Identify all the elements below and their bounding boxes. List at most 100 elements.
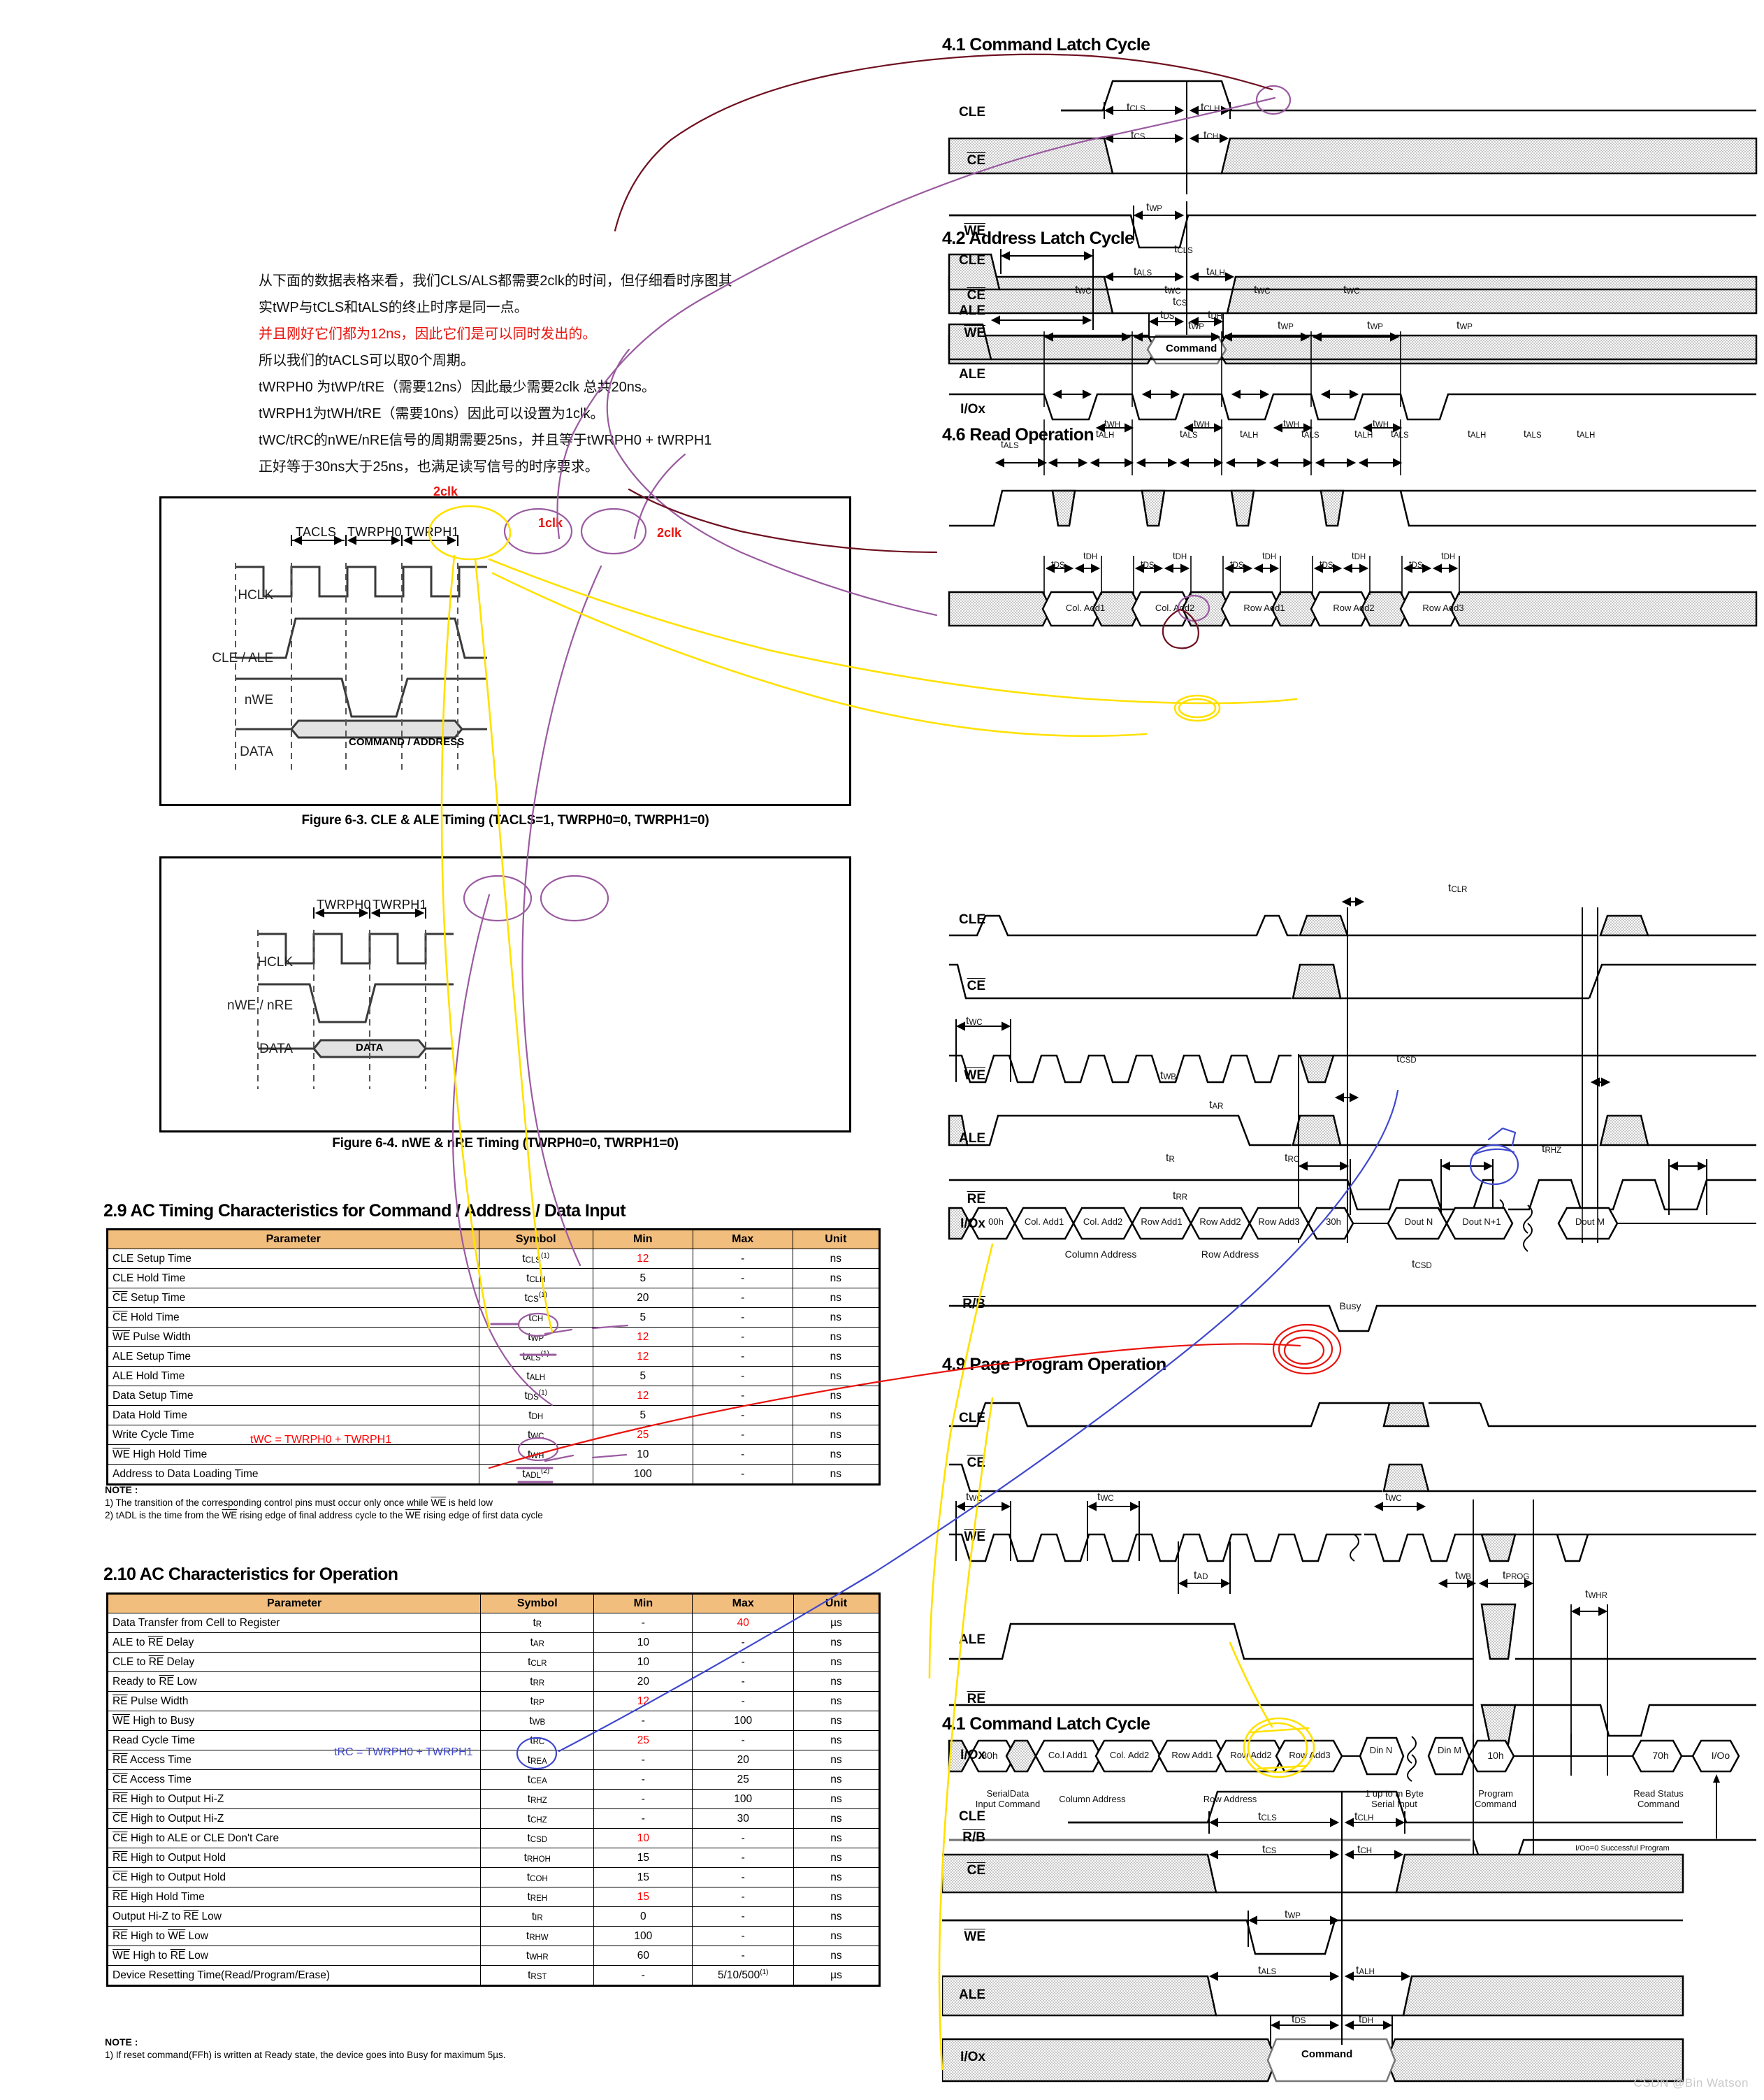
io-box-col-add1: Col. Add1	[1024, 1216, 1064, 1227]
cell-parameter: RE Pulse Width	[106, 1691, 482, 1711]
cell-symbol: tCEA	[480, 1769, 595, 1790]
signal-label-ale: ALE	[959, 1987, 985, 2002]
cell-max: -	[692, 1730, 794, 1750]
table-row: RE Access Time tREA -20 ns	[106, 1750, 881, 1770]
cell-symbol: tCHZ	[480, 1808, 595, 1829]
io-box-col-add2: Col. Add2	[1155, 603, 1195, 613]
ac-timing-table-2-9: Parameter Symbol Min Max Unit CLE Setup …	[106, 1228, 881, 1486]
timing-label-tds: tDS	[1051, 559, 1065, 570]
cell-max: -	[692, 1405, 793, 1425]
timing-label-twc: tWC	[966, 1491, 983, 1503]
cell-min: 5	[592, 1366, 693, 1386]
timing-label-tds: tDS	[1409, 559, 1423, 570]
read-operation-waveforms	[948, 897, 1756, 1243]
timing-label-tals: tALS	[1180, 428, 1198, 440]
cell-unit: ns	[792, 1346, 881, 1367]
col-parameter: Parameter	[106, 1593, 482, 1613]
note-line: 实tWP与tCLS和tALS的终止时序是同一点。	[259, 300, 528, 315]
io-box-00h: 00h	[988, 1216, 1004, 1227]
table-row: RE High to Output Hold tRHOH 15- ns	[106, 1848, 881, 1868]
timing-label-tcls: tCLS	[1127, 101, 1145, 113]
cell-min: 12	[592, 1346, 693, 1367]
signal-label-data: DATA	[259, 1042, 293, 1056]
phase-label-twrph1: TWRPH1	[373, 898, 427, 912]
io-box-row-add1: Row Add1	[1141, 1216, 1183, 1227]
cell-unit: ns	[792, 1405, 881, 1425]
signal-label-we: WE	[964, 326, 985, 340]
cell-min: 5	[592, 1307, 693, 1328]
timing-label-twc: tWC	[966, 1015, 983, 1027]
cell-symbol: tCLR	[480, 1652, 595, 1672]
timing-label-tad: tAD	[1194, 1569, 1208, 1581]
cell-unit: µs	[793, 1965, 881, 1986]
signal-label-cle: CLE	[959, 1809, 985, 1824]
timing-label-twh: tWH	[1283, 417, 1300, 429]
cell-symbol: tR	[480, 1613, 595, 1633]
cell-max: -	[692, 1327, 793, 1347]
cell-parameter: CLE Setup Time	[107, 1249, 479, 1269]
io-box-command: Command	[1301, 2048, 1353, 2060]
cell-min: -	[593, 1789, 693, 1809]
cell-min: 12	[592, 1327, 693, 1347]
cell-unit: ns	[793, 1691, 881, 1711]
cell-unit: ns	[793, 1769, 881, 1790]
command-latch-bottom-waveforms	[942, 1790, 1684, 2083]
note-line: 所以我们的tACLS可以取0个周期。	[259, 353, 475, 368]
cell-min: 12	[592, 1249, 693, 1269]
table-row: CE High to ALE or CLE Don't Care tCSD 10- n…	[106, 1828, 881, 1848]
col-parameter: Parameter	[107, 1229, 479, 1249]
cell-parameter: ALE Setup Time	[107, 1346, 479, 1367]
cell-max: -	[692, 1249, 793, 1269]
cell-max: -	[692, 1444, 793, 1465]
table-row: Data Hold Time tDH 5- ns	[107, 1405, 881, 1425]
table-row: CE High to Output Hi-Z tCHZ -30 ns	[106, 1808, 881, 1829]
cell-symbol: tCH	[478, 1307, 593, 1328]
timing-label-twh: tWH	[1373, 417, 1389, 429]
cell-max: -	[692, 1268, 793, 1288]
cell-min: 0	[593, 1906, 693, 1927]
cell-max: -	[692, 1867, 794, 1887]
address-latch-upper	[948, 249, 1756, 421]
signal-label-cle: CLE	[959, 1411, 985, 1425]
signal-label-ale: ALE	[959, 1632, 985, 1647]
timing-label-tclh: tCLH	[1354, 1811, 1374, 1822]
cell-parameter: Data Setup Time	[107, 1386, 479, 1406]
cell-max: -	[692, 1288, 793, 1308]
cell-max: 30	[692, 1808, 794, 1829]
cell-unit: ns	[793, 1848, 881, 1868]
table-row: Ready to RE Low tRR 20- ns	[106, 1671, 881, 1692]
table-row: WE Pulse Width tWP 12- ns	[107, 1327, 881, 1347]
cell-min: 25	[593, 1730, 693, 1750]
cell-max: 100	[692, 1711, 794, 1731]
table-row: Data Transfer from Cell to Register tR -40…	[106, 1613, 881, 1633]
cell-unit: ns	[792, 1386, 881, 1406]
timing-label-twb: tWB	[1455, 1569, 1471, 1581]
signal-label-cle-ale: CLE / ALE	[212, 651, 273, 666]
cell-symbol: tALS(1)	[478, 1346, 593, 1367]
signal-label-we: WE	[964, 1929, 985, 1944]
timing-label-tds: tDS	[1230, 559, 1244, 570]
cell-symbol: tDH	[478, 1405, 593, 1425]
figure-6-4-waveforms	[257, 907, 454, 1089]
cell-symbol: tWB	[480, 1711, 595, 1731]
cell-max: 5/10/500(1)	[692, 1965, 794, 1986]
cell-unit: ns	[793, 1711, 881, 1731]
signal-label-data: DATA	[240, 745, 273, 759]
table-row: RE Pulse Width tRP 12- ns	[106, 1691, 881, 1711]
cell-unit: ns	[792, 1249, 881, 1269]
cell-parameter: ALE to RE Delay	[106, 1632, 482, 1653]
cell-parameter: Ready to RE Low	[106, 1671, 482, 1692]
table-row: ALE to RE Delay tAR 10- ns	[106, 1632, 881, 1653]
timing-label-tch: tCH	[1203, 129, 1219, 141]
cell-max: -	[692, 1946, 794, 1966]
io-box-row-add3: Row Add3	[1422, 603, 1464, 613]
cell-parameter: WE Pulse Width	[107, 1327, 479, 1347]
cell-unit: ns	[793, 1946, 881, 1966]
table-row: Device Resetting Time(Read/Program/Erase…	[106, 1965, 881, 1986]
cell-parameter: CLE Hold Time	[107, 1268, 479, 1288]
note-item-1: 1) The transition of the corresponding c…	[105, 1497, 493, 1508]
timing-label-tdh: tDH	[1359, 2013, 1374, 2025]
timing-label-tals: tALS	[1391, 428, 1409, 440]
cell-symbol: tWHR	[480, 1946, 595, 1966]
cell-max: 40	[692, 1613, 794, 1633]
